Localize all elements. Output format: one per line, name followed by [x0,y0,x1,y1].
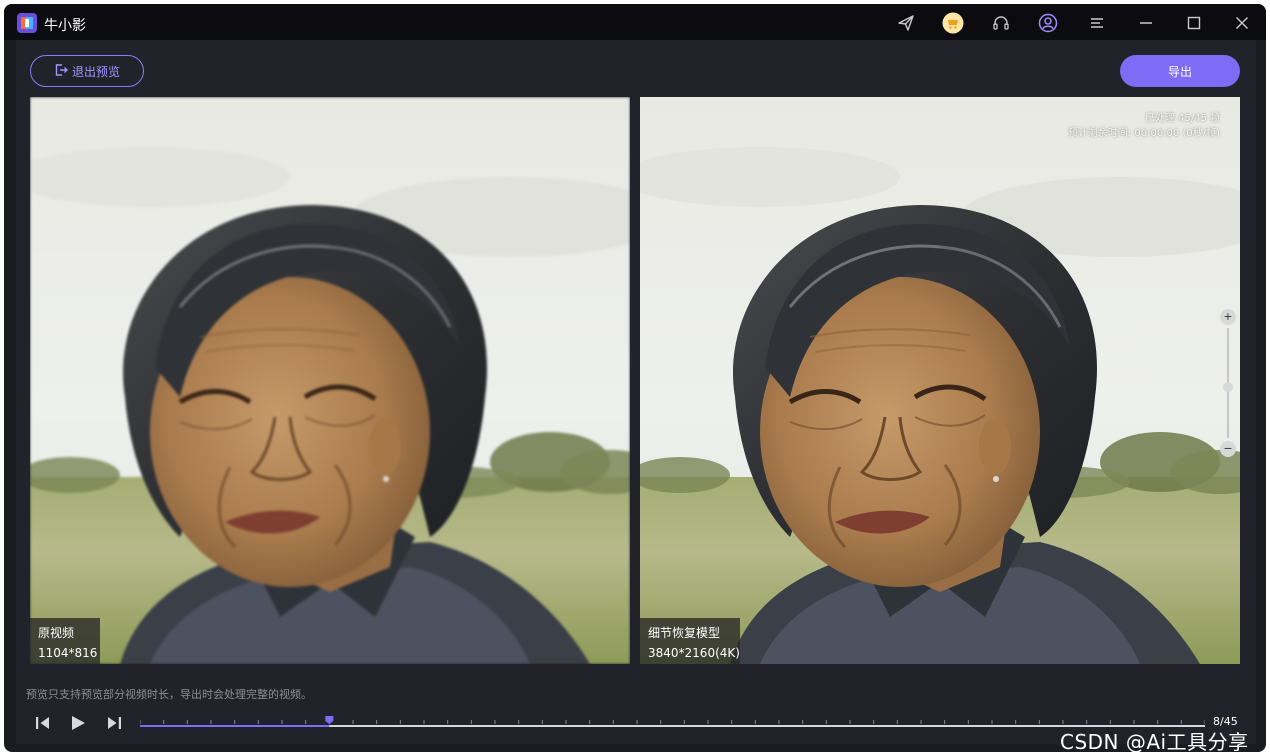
minimize-icon[interactable] [1135,12,1157,34]
processing-progress: 已处理 45/45 帧 预计剩余时间: 00:00:00 (0秒/帧) [1068,111,1220,141]
next-frame-icon[interactable] [104,714,124,732]
timeline-tick [399,720,401,724]
timeline-tick [1086,720,1088,724]
enhanced-video-label: 细节恢复模型 3840*2160(4K) [640,618,740,664]
timeline-tick [234,720,236,724]
menu-icon[interactable] [1086,12,1108,34]
remaining-time: 预计剩余时间: 00:00:00 (0秒/帧) [1067,128,1220,139]
enhanced-video-panel: 已处理 45/45 帧 预计剩余时间: 00:00:00 (0秒/帧) 细节恢复… [640,97,1240,664]
timeline-tick [589,720,591,724]
timeline-tick [1157,720,1159,724]
timeline-tick [1133,720,1135,724]
timeline-tick [447,720,449,724]
timeline-tick [518,720,520,724]
timeline-tick [707,720,709,724]
exit-preview-label: 退出预览 [71,64,120,79]
original-video-resolution: 1104*816 [38,646,98,660]
timeline-tick [612,720,614,724]
timeline-tick [778,720,780,724]
timeline-tick [991,720,993,724]
timeline-tick [281,720,283,724]
processed-frames: 已处理 45/45 帧 [1144,113,1220,124]
play-icon[interactable] [68,714,88,732]
close-icon[interactable] [1231,12,1253,34]
timeline-tick [494,720,496,724]
timeline-tick [470,720,472,724]
timeline-tick [754,720,756,724]
timeline-tick [731,720,733,724]
maximize-icon[interactable] [1183,12,1205,34]
timeline-tick [186,720,188,724]
timeline-tick [849,720,851,724]
timeline-tick [352,720,354,724]
zoom-minus-icon[interactable]: − [1220,441,1236,457]
timeline-tick [1109,720,1111,724]
zoom-slider-handle[interactable] [1223,382,1233,392]
original-video-panel: 原视频 1104*816 [30,97,630,664]
app-title: 牛小影 [44,18,86,34]
timeline-tick [825,720,827,724]
timeline-tick [1180,720,1182,724]
timeline-scrubber[interactable] [140,714,1205,732]
watermark-text: CSDN @Ai工具分享 [1060,730,1249,752]
timeline-tick [1038,720,1040,724]
timeline-tick [920,720,922,724]
timeline-tick [967,720,969,724]
timeline-tick [376,720,378,724]
preview-hint: 预览只支持预览部分视频时长，导出时会处理完整的视频。 [26,688,312,701]
timeline-tick [683,720,685,724]
enhanced-model-name: 细节恢复模型 [648,626,721,640]
timeline-tick [163,720,165,724]
timeline-tick [541,720,543,724]
timeline-tick [140,720,141,724]
timeline-tick [423,720,425,724]
send-icon[interactable] [895,12,917,34]
original-video-image [30,97,630,664]
title-bar: 牛小影 [4,4,1266,40]
user-icon[interactable] [1037,12,1059,34]
timeline-tick [660,720,662,724]
exit-preview-button[interactable]: 退出预览 [30,55,144,87]
timeline-tick [944,720,946,724]
timeline-tick [802,720,804,724]
export-button[interactable]: 导出 [1120,55,1240,87]
enhanced-video-image [640,97,1240,664]
exit-icon [54,63,68,80]
timeline-tick [1015,720,1017,724]
timeline-tick [636,720,638,724]
prev-frame-icon[interactable] [33,714,53,732]
timeline-progress [140,725,330,727]
original-video-name: 原视频 [38,626,75,640]
timeline-tick [1204,720,1205,724]
timeline-tick [257,720,259,724]
timeline-tick [210,720,212,724]
original-video-label: 原视频 1104*816 [30,618,100,664]
app-window: 牛小影 退出预览 导出 原视频 1104*816 已处理 45/45 帧 预计剩… [4,4,1266,752]
preview-area: 退出预览 导出 原视频 1104*816 已处理 45/45 帧 预计剩余时间:… [16,40,1256,744]
timeline-tick [873,720,875,724]
timeline-tick [565,720,567,724]
timeline-handle [325,716,334,724]
shop-icon[interactable] [942,12,964,34]
timeline-tick [305,720,307,724]
zoom-plus-icon[interactable]: + [1220,309,1236,325]
enhanced-video-resolution: 3840*2160(4K) [648,646,740,660]
timeline-tick [1062,720,1064,724]
app-logo-icon [16,12,38,34]
headset-icon[interactable] [990,12,1012,34]
timeline-tick [896,720,898,724]
